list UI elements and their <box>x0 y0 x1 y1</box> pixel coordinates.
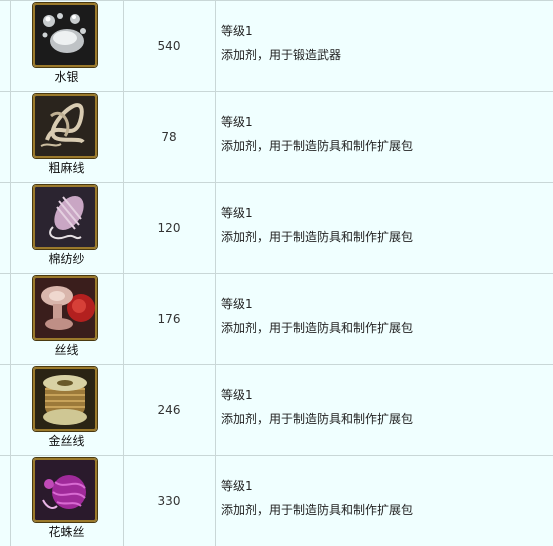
spider-silk-icon[interactable] <box>33 458 97 522</box>
table-row: 丝线 176 等级1 添加剂，用于制造防具和制作扩展包 <box>0 273 553 363</box>
item-name: 水银 <box>54 70 79 84</box>
item-description-cell: 等级1 添加剂，用于制造防具和制作扩展包 <box>221 456 541 546</box>
item-level: 等级1 <box>221 479 253 493</box>
item-name: 金丝线 <box>48 434 85 448</box>
table-row: 棉纺纱 120 等级1 添加剂，用于制造防具和制作扩展包 <box>0 182 553 272</box>
silk-thread-icon[interactable] <box>33 276 97 340</box>
item-description: 添加剂，用于锻造武器 <box>221 48 342 62</box>
item-level: 等级1 <box>221 388 253 402</box>
item-description-cell: 等级1 添加剂，用于制造防具和制作扩展包 <box>221 274 541 364</box>
item-description: 添加剂，用于制造防具和制作扩展包 <box>221 321 414 335</box>
item-quantity: 540 <box>157 39 181 53</box>
table-row: 金丝线 246 等级1 添加剂，用于制造防具和制作扩展包 <box>0 364 553 454</box>
item-description-cell: 等级1 添加剂，用于制造防具和制作扩展包 <box>221 365 541 455</box>
item-level: 等级1 <box>221 206 253 220</box>
gold-thread-spool-icon[interactable] <box>33 367 97 431</box>
item-description-cell: 等级1 添加剂，用于锻造武器 <box>221 1 541 91</box>
item-quantity: 120 <box>157 221 181 235</box>
item-description: 添加剂，用于制造防具和制作扩展包 <box>221 139 414 153</box>
item-name: 粗麻线 <box>48 161 85 175</box>
table-row: 粗麻线 78 等级1 添加剂，用于制造防具和制作扩展包 <box>0 91 553 181</box>
item-quantity: 246 <box>157 403 181 417</box>
cotton-yarn-icon[interactable] <box>33 185 97 249</box>
item-cell: 水银 <box>10 1 123 91</box>
item-quantity: 330 <box>157 494 181 508</box>
item-cell: 花蛛丝 <box>10 456 123 546</box>
item-description: 添加剂，用于制造防具和制作扩展包 <box>221 503 414 517</box>
item-cell: 金丝线 <box>10 365 123 455</box>
item-level: 等级1 <box>221 24 253 38</box>
table-row: 水银 540 等级1 添加剂，用于锻造武器 <box>0 0 553 90</box>
item-quantity: 176 <box>157 312 181 326</box>
item-table: 水银 540 等级1 添加剂，用于锻造武器 粗麻线 78 等级1 添加剂，用于制… <box>0 0 553 546</box>
item-level: 等级1 <box>221 115 253 129</box>
item-name: 棉纺纱 <box>48 252 85 266</box>
item-cell: 粗麻线 <box>10 92 123 182</box>
item-name: 花蛛丝 <box>48 525 85 539</box>
item-description-cell: 等级1 添加剂，用于制造防具和制作扩展包 <box>221 92 541 182</box>
item-name: 丝线 <box>54 343 79 357</box>
item-description: 添加剂，用于制造防具和制作扩展包 <box>221 230 414 244</box>
item-quantity: 78 <box>161 130 177 144</box>
item-description: 添加剂，用于制造防具和制作扩展包 <box>221 412 414 426</box>
mercury-icon[interactable] <box>33 3 97 67</box>
item-cell: 丝线 <box>10 274 123 364</box>
item-cell: 棉纺纱 <box>10 183 123 273</box>
table-row: 花蛛丝 330 等级1 添加剂，用于制造防具和制作扩展包 <box>0 455 553 545</box>
coarse-hemp-thread-icon[interactable] <box>33 94 97 158</box>
item-level: 等级1 <box>221 297 253 311</box>
item-description-cell: 等级1 添加剂，用于制造防具和制作扩展包 <box>221 183 541 273</box>
